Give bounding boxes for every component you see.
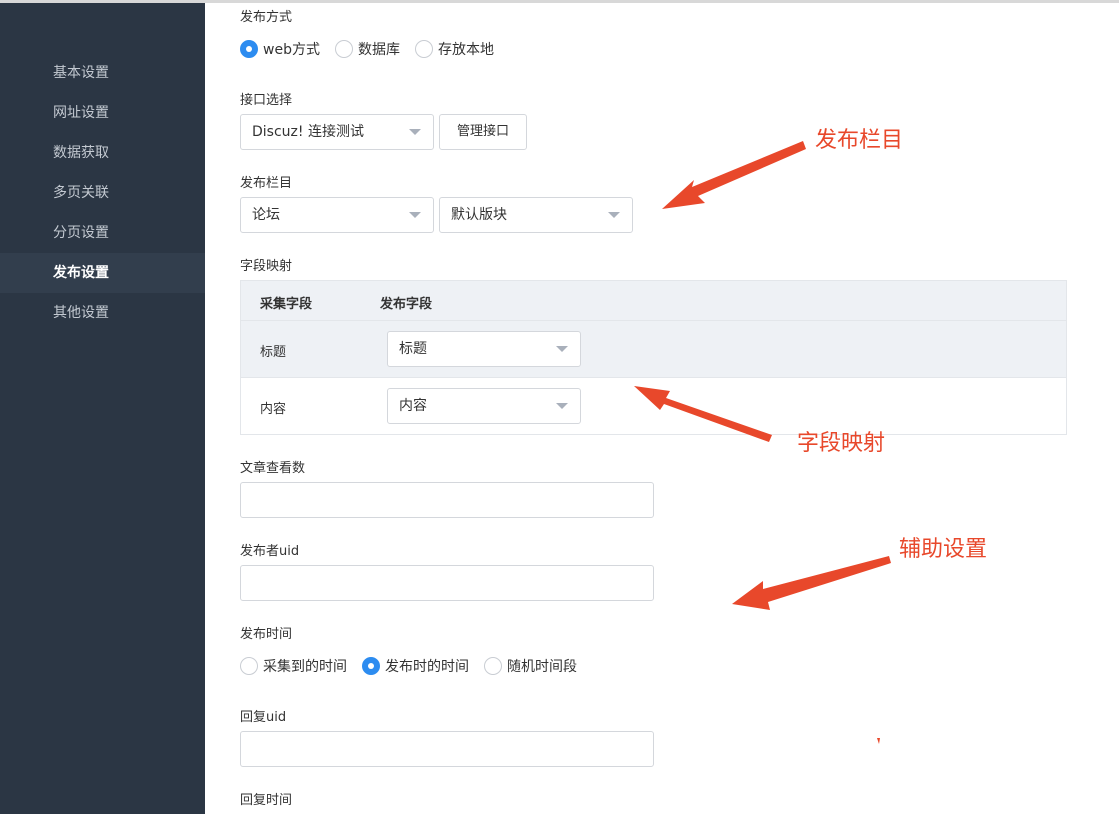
radio-label: 存放本地: [437, 42, 494, 58]
chevron-down-icon: [556, 346, 568, 352]
radio-label: 发布时的时间: [385, 659, 469, 675]
radio-unchecked-icon[interactable]: [334, 40, 353, 58]
sidebar-item-publish[interactable]: 发布设置: [0, 253, 205, 293]
publish-time-radio-group: 采集到的时间 发布时的时间 随机时间段: [240, 656, 592, 676]
publish-method-option-database[interactable]: 数据库: [334, 39, 400, 59]
main-content: 发布方式 web方式 数据库 存放本地 接口选择 Discuz! 连接测试 管理…: [205, 3, 1119, 814]
view-count-label: 文章查看数: [240, 461, 306, 476]
target-field-select-value: 标题: [399, 341, 427, 357]
table-header: 采集字段 发布字段: [241, 281, 1066, 321]
radio-unchecked-icon[interactable]: [484, 657, 502, 675]
sidebar-item-url[interactable]: 网址设置: [0, 93, 205, 133]
reply-time-label: 回复时间: [240, 793, 293, 808]
publish-time-option-collected[interactable]: 采集到的时间: [240, 656, 347, 676]
chevron-down-icon: [409, 212, 421, 218]
reply-uid-label: 回复uid: [240, 710, 287, 725]
publish-time-option-publish[interactable]: 发布时的时间: [362, 656, 469, 676]
annotation-field-mapping: 字段映射: [797, 431, 886, 456]
column-board-select-value: 默认版块: [451, 207, 507, 223]
publish-time-option-random[interactable]: 随机时间段: [484, 656, 577, 676]
sidebar-item-basic[interactable]: 基本设置: [0, 53, 205, 93]
publish-method-option-local[interactable]: 存放本地: [414, 39, 494, 59]
interface-label: 接口选择: [240, 93, 293, 108]
publish-method-option-web[interactable]: web方式: [240, 39, 320, 59]
view-count-input[interactable]: [240, 482, 654, 518]
chevron-down-icon: [608, 212, 620, 218]
publish-method-radio-group: web方式 数据库 存放本地: [240, 39, 509, 59]
publish-method-label: 发布方式: [240, 10, 293, 25]
target-field-select[interactable]: 标题: [387, 331, 581, 367]
radio-label: 数据库: [357, 42, 400, 58]
sidebar-item-multipage[interactable]: 多页关联: [0, 173, 205, 213]
radio-unchecked-icon[interactable]: [414, 40, 433, 58]
radio-checked-icon[interactable]: [240, 40, 258, 58]
sidebar-item-other[interactable]: 其他设置: [0, 293, 205, 333]
sidebar-item-pagination[interactable]: 分页设置: [0, 213, 205, 253]
radio-label: 随机时间段: [507, 659, 577, 675]
radio-unchecked-icon[interactable]: [240, 657, 258, 675]
column-forum-select-value: 论坛: [252, 207, 280, 223]
column-header-target: 发布字段: [380, 297, 433, 312]
radio-label: web方式: [263, 42, 320, 58]
interface-select[interactable]: Discuz! 连接测试: [240, 114, 434, 150]
publisher-uid-input[interactable]: [240, 565, 654, 601]
field-mapping-table: 采集字段 发布字段 标题 标题 内容 内容: [240, 280, 1067, 435]
column-label: 发布栏目: [240, 176, 293, 191]
annotation-auxiliary: 辅助设置: [899, 537, 988, 562]
sidebar-item-data-fetch[interactable]: 数据获取: [0, 133, 205, 173]
chevron-down-icon: [556, 403, 568, 409]
publish-time-label: 发布时间: [240, 627, 293, 642]
target-field-select-value: 内容: [399, 398, 427, 414]
column-header-source: 采集字段: [260, 297, 313, 312]
radio-checked-icon[interactable]: [362, 657, 380, 675]
reply-uid-input[interactable]: [240, 731, 654, 767]
radio-label: 采集到的时间: [263, 659, 347, 675]
source-field-cell: 标题: [260, 345, 287, 360]
source-field-cell: 内容: [260, 402, 287, 417]
publisher-uid-label: 发布者uid: [240, 544, 300, 559]
sidebar: 基本设置 网址设置 数据获取 多页关联 分页设置 发布设置 其他设置: [0, 3, 205, 814]
chevron-down-icon: [409, 129, 421, 135]
annotation-column: 发布栏目: [815, 128, 904, 153]
column-forum-select[interactable]: 论坛: [240, 197, 434, 233]
target-field-select[interactable]: 内容: [387, 388, 581, 424]
interface-select-value: Discuz! 连接测试: [252, 124, 364, 140]
table-row: 标题 标题: [241, 321, 1066, 378]
table-row: 内容 内容: [241, 378, 1066, 435]
manage-interface-button[interactable]: 管理接口: [439, 114, 527, 150]
field-mapping-label: 字段映射: [240, 259, 293, 274]
column-board-select[interactable]: 默认版块: [439, 197, 633, 233]
